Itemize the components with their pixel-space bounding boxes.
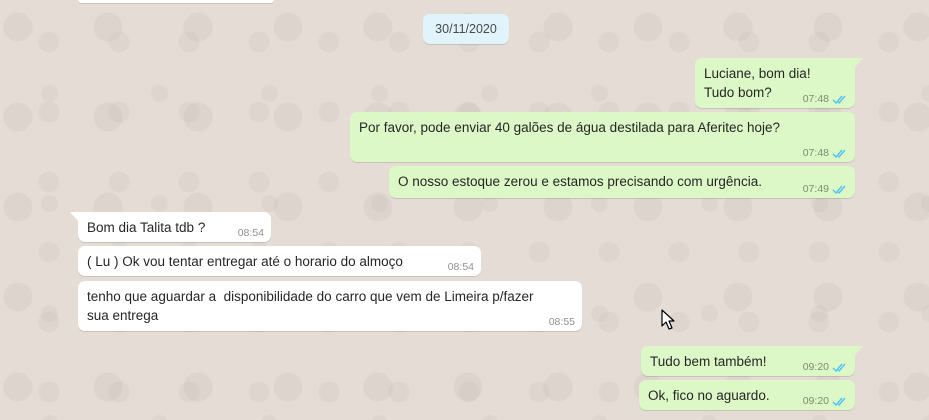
message-time: 09:20: [802, 361, 829, 373]
mouse-cursor-icon: [661, 309, 675, 330]
message-text: ( Lu ) Ok vou tentar entregar até o hora…: [87, 254, 403, 269]
message-meta: 08:54: [238, 227, 264, 239]
outgoing-message[interactable]: Tudo bem também! 09:20: [641, 346, 863, 376]
message-text: Bom dia Talita tdb ?: [87, 220, 206, 235]
message-time: 07:48: [802, 147, 829, 159]
message-text: tenho que aguardar a disponibilidade do …: [87, 289, 534, 323]
previous-message-edge: [78, 0, 274, 3]
message-meta: 07:48: [803, 93, 848, 105]
message-meta: 08:55: [549, 316, 575, 328]
date-divider: 30/11/2020: [423, 14, 509, 44]
message-time: 08:54: [447, 261, 474, 273]
read-receipt-icon: [832, 397, 846, 406]
incoming-message[interactable]: Bom dia Talita tdb ? 08:54: [70, 212, 271, 242]
incoming-message[interactable]: ( Lu ) Ok vou tentar entregar até o hora…: [78, 246, 481, 276]
outgoing-message[interactable]: Por favor, pode enviar 40 galões de água…: [350, 112, 855, 162]
message-text: O nosso estoque zerou e estamos precisan…: [398, 174, 762, 189]
message-meta: 09:20: [803, 395, 848, 407]
read-receipt-icon: [832, 363, 846, 372]
message-time: 07:49: [802, 183, 829, 195]
outgoing-message[interactable]: Luciane, bom dia! Tudo bom? 07:48: [695, 58, 863, 108]
message-meta: 07:49: [803, 183, 848, 195]
message-meta: 09:20: [803, 361, 848, 373]
read-receipt-icon: [832, 95, 846, 104]
message-meta: 07:48: [803, 147, 848, 159]
message-text: Por favor, pode enviar 40 galões de água…: [359, 120, 781, 135]
message-time: 08:55: [548, 316, 575, 328]
read-receipt-icon: [832, 185, 846, 194]
message-time: 07:48: [802, 93, 829, 105]
incoming-message[interactable]: tenho que aguardar a disponibilidade do …: [78, 281, 582, 331]
message-meta: 08:54: [448, 261, 474, 273]
outgoing-message[interactable]: Ok, fico no aguardo. 09:20: [639, 380, 855, 410]
outgoing-message[interactable]: O nosso estoque zerou e estamos precisan…: [389, 166, 855, 198]
message-time: 08:54: [237, 227, 264, 239]
message-time: 09:20: [802, 395, 829, 407]
read-receipt-icon: [832, 149, 846, 158]
date-divider-label: 30/11/2020: [435, 22, 497, 36]
